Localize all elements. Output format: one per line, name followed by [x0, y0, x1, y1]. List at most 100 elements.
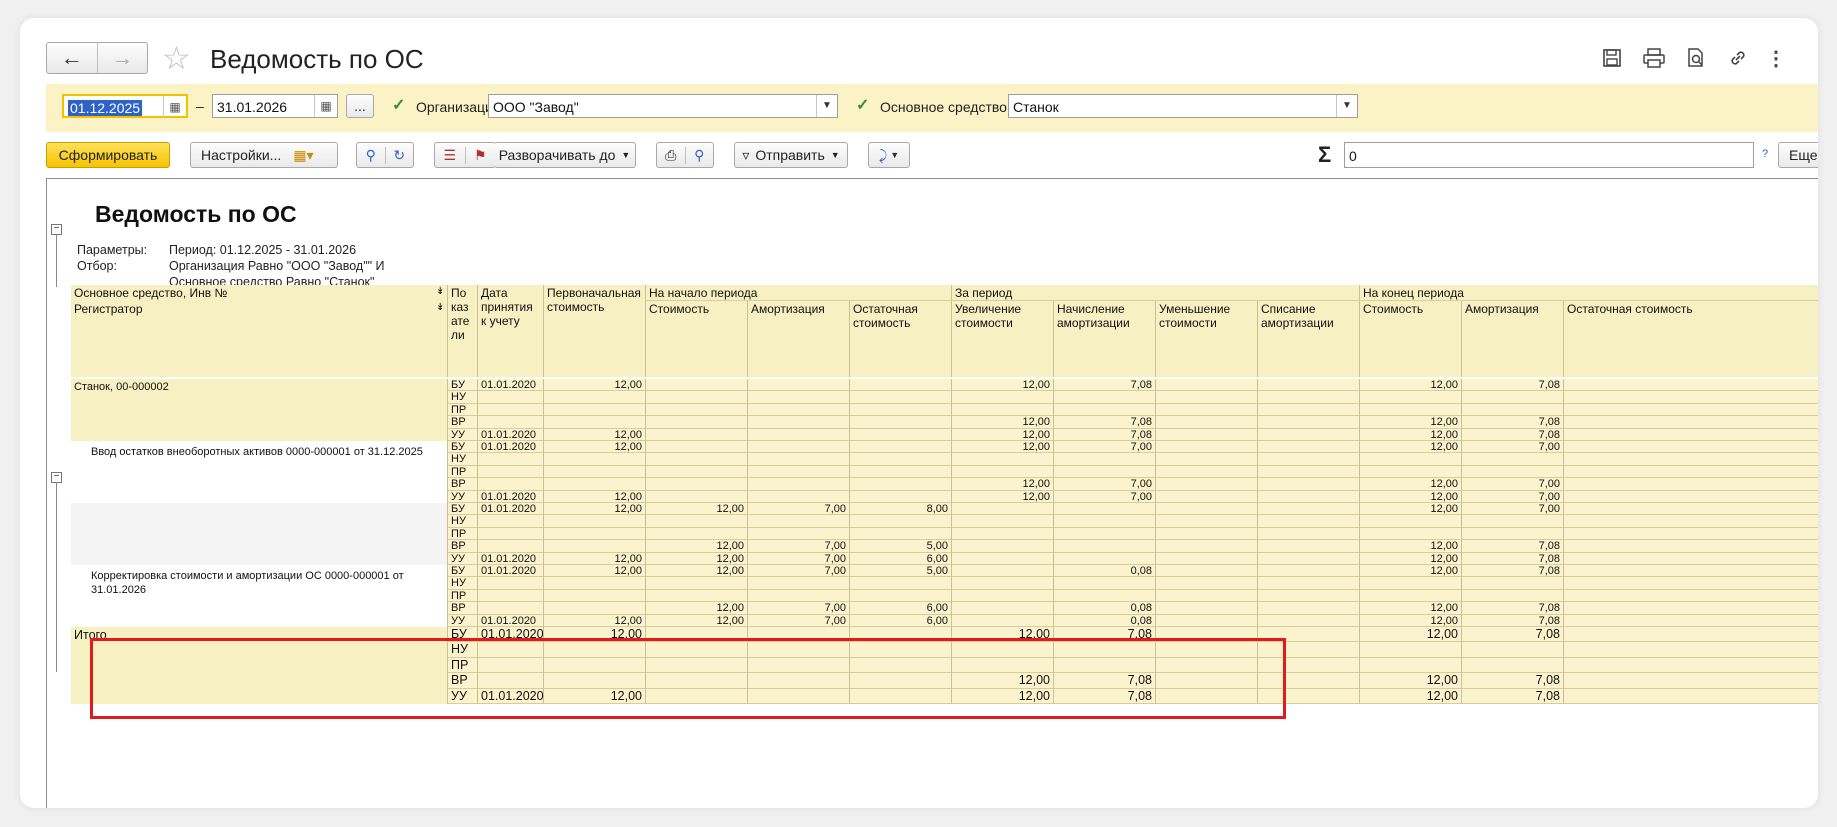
forward-arrow-icon[interactable]: →: [96, 43, 148, 73]
header-start-residual: Остаточная стоимость: [849, 301, 951, 377]
table-cell: 12,00: [1359, 503, 1461, 516]
table-cell: [1053, 453, 1155, 466]
expand-groups-icon[interactable]: ☰: [435, 147, 465, 164]
table-cell: 01.01.2020: [477, 428, 543, 441]
more-vertical-icon[interactable]: ⋮: [1764, 46, 1788, 70]
table-cell: [1461, 577, 1563, 590]
expand-to-button[interactable]: Разворачивать до ▼: [494, 142, 636, 168]
table-cell: 7,08: [1053, 428, 1155, 441]
table-cell: [477, 416, 543, 429]
org-checkbox[interactable]: ✓: [392, 98, 406, 114]
table-cell: БУ: [447, 379, 477, 392]
header-end-amort: Амортизация: [1461, 301, 1563, 377]
collapse-header-toggle[interactable]: −: [51, 224, 62, 235]
table-cell: 7,08: [1461, 540, 1563, 553]
org-field[interactable]: ООО "Завод" ▼: [488, 94, 838, 118]
search-icon[interactable]: ⚲: [357, 147, 385, 164]
table-cell: 12,00: [1359, 627, 1461, 643]
header-registrator: Регистратор: [74, 302, 143, 316]
table-cell: [1257, 465, 1359, 479]
table-cell: [645, 416, 747, 429]
table-cell: [1257, 552, 1359, 565]
table-cell: [747, 577, 849, 590]
table-cell: [1053, 540, 1155, 553]
table-cell: [1155, 490, 1257, 503]
calendar-icon[interactable]: ▦: [314, 95, 337, 117]
table-cell: 6,00: [849, 602, 951, 615]
table-cell: [747, 403, 849, 417]
table-cell: 7,08: [1461, 673, 1563, 689]
more-button[interactable]: Еще: [1778, 142, 1818, 168]
asset-checkbox[interactable]: ✓: [856, 98, 870, 114]
chevron-down-icon[interactable]: ▼: [816, 95, 837, 117]
table-cell: [1359, 453, 1461, 466]
table-cell: [1563, 527, 1818, 541]
settings-button[interactable]: Настройки... ▦▾: [190, 142, 338, 168]
table-cell: [1155, 416, 1257, 429]
preview-icon[interactable]: ⚲: [684, 146, 714, 164]
table-cell: 5,00: [849, 540, 951, 553]
table-cell: [1461, 403, 1563, 417]
asset-field[interactable]: Станок ▼: [1008, 94, 1358, 118]
table-cell: [1563, 627, 1818, 643]
preview-icon[interactable]: [1684, 46, 1708, 70]
table-cell: [1563, 673, 1818, 689]
help-link[interactable]: ?: [1762, 148, 1768, 160]
table-cell: [1257, 490, 1359, 503]
table-cell: [1563, 589, 1818, 603]
calendar-icon[interactable]: ▦: [163, 96, 186, 118]
table-cell: [1257, 565, 1359, 578]
chevron-down-icon[interactable]: ▼: [1336, 95, 1357, 117]
table-cell: [1257, 602, 1359, 615]
variant-icon[interactable]: ▦▾: [293, 147, 313, 164]
table-cell: 7,08: [1053, 379, 1155, 392]
sort-icon: ↡: [436, 302, 445, 313]
table-cell: УУ: [447, 552, 477, 565]
table-cell: 7,08: [1461, 627, 1563, 643]
header-increase: Увеличение стоимости: [951, 301, 1053, 377]
table-cell: ПР: [447, 589, 477, 603]
print-icon[interactable]: [1642, 46, 1666, 70]
table-cell: [747, 465, 849, 479]
table-cell: [951, 614, 1053, 627]
chevron-down-icon: ▼: [621, 150, 631, 160]
date-from-field[interactable]: 01.12.2025 ▦: [62, 94, 188, 118]
generate-button[interactable]: Сформировать: [46, 142, 170, 168]
table-cell: [1155, 602, 1257, 615]
table-cell: 12,00: [1359, 441, 1461, 454]
table-cell: [1359, 515, 1461, 528]
link-icon[interactable]: [1726, 46, 1750, 70]
table-cell: 12,00: [543, 503, 645, 516]
table-cell: [645, 589, 747, 603]
sum-field[interactable]: 0: [1344, 142, 1754, 168]
table-cell: [951, 589, 1053, 603]
search-next-icon[interactable]: ↻: [384, 146, 414, 164]
table-cell: [1053, 577, 1155, 590]
header-end-cost: Стоимость: [1359, 301, 1461, 377]
table-cell: [1053, 552, 1155, 565]
table-cell: [645, 478, 747, 491]
group-name: Корректировка стоимости и амортизации ОС…: [71, 565, 447, 627]
table-cell: [951, 552, 1053, 565]
attach-button[interactable]: ⤸ ▼: [868, 142, 910, 168]
table-cell: 12,00: [1359, 614, 1461, 627]
date-to-field[interactable]: 31.01.2026 ▦: [212, 94, 338, 118]
table-cell: [951, 465, 1053, 479]
header-period-start: На начало периода: [645, 285, 951, 301]
collapse-groups-icon[interactable]: ⚑: [464, 146, 496, 164]
table-cell: 12,00: [1359, 552, 1461, 565]
send-button[interactable]: ▿ Отправить ▼: [734, 142, 848, 168]
back-arrow-icon[interactable]: ←: [47, 43, 97, 73]
period-select-button[interactable]: ...: [346, 94, 374, 118]
table-cell: УУ: [447, 428, 477, 441]
table-cell: [1359, 577, 1461, 590]
table-cell: 12,00: [1359, 490, 1461, 503]
star-icon[interactable]: ☆: [162, 42, 191, 74]
save-icon[interactable]: [1600, 46, 1624, 70]
table-cell: [1257, 441, 1359, 454]
table-cell: [1563, 453, 1818, 466]
table-cell: [1257, 614, 1359, 627]
print-icon[interactable]: ⎙: [657, 147, 685, 164]
table-cell: [1461, 589, 1563, 603]
table-cell: 7,08: [1461, 614, 1563, 627]
